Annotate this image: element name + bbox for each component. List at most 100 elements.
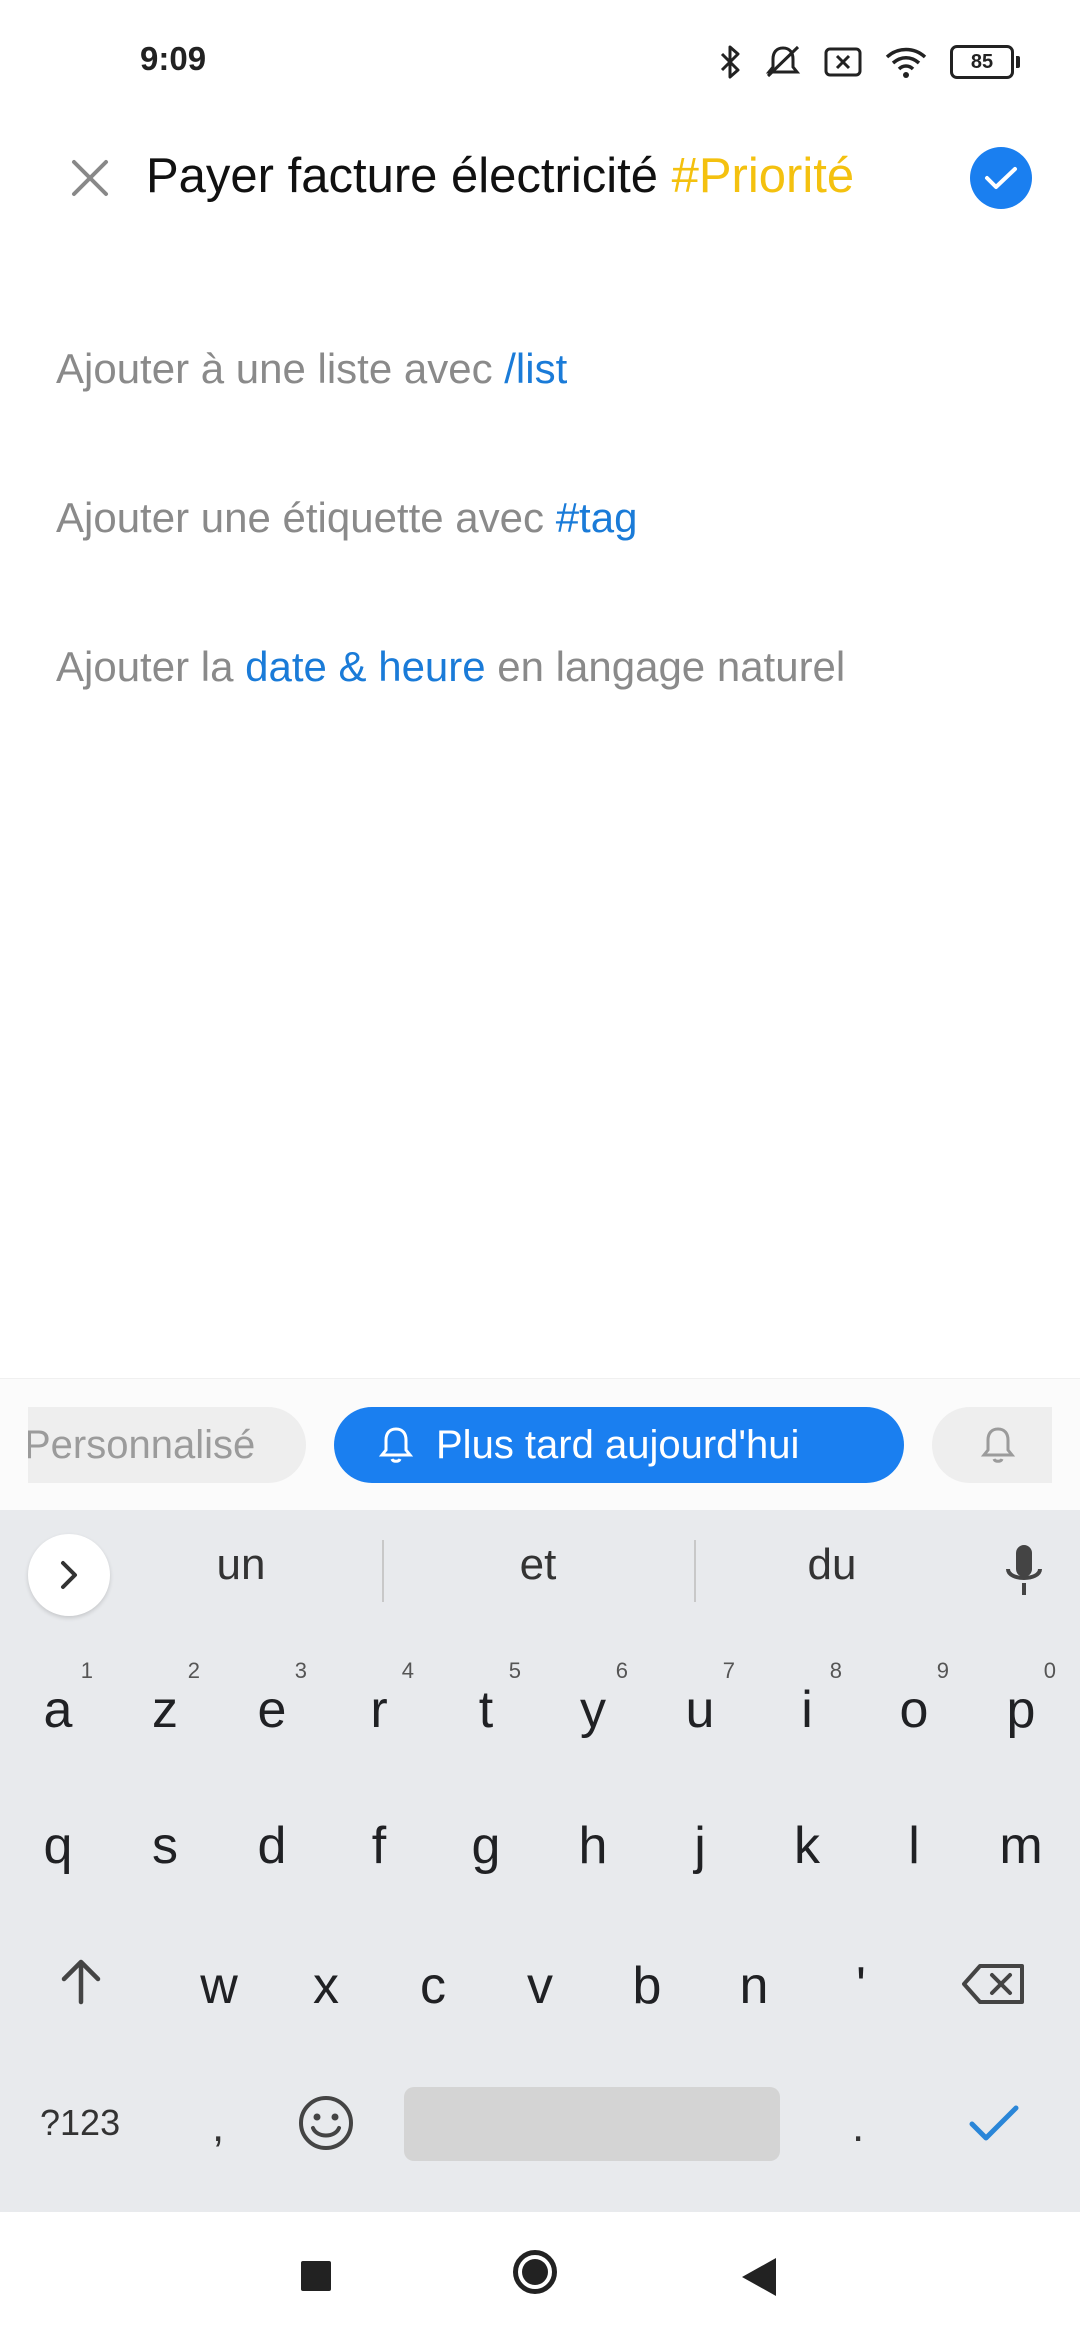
battery-level: 85 [970,50,994,73]
key-l[interactable]: l [869,1816,959,1876]
key-c[interactable]: c [388,1956,478,2016]
key-z-hint: 2 [187,1658,200,1683]
chips-fade-right [1052,1379,1080,1511]
key-h[interactable]: h [548,1816,638,1876]
mic-button[interactable] [996,1540,1052,1604]
key-r[interactable]: r4 [334,1658,424,1740]
key-a-label: a [43,1681,73,1739]
key-k[interactable]: k [762,1816,852,1876]
chip-personnalise-label: Personnalisé [24,1422,256,1467]
key-d[interactable]: d [227,1816,317,1876]
symbols-key[interactable]: ?123 [40,2102,120,2144]
key-y-label: y [580,1681,606,1739]
key-e[interactable]: e3 [227,1658,317,1740]
hint-date: Ajouter la date & heure en langage natur… [56,643,845,691]
key-x[interactable]: x [281,1956,371,2016]
key-s[interactable]: s [120,1816,210,1876]
spacebar[interactable] [404,2087,780,2161]
status-icons: 85 [718,40,1020,84]
backspace-icon [962,1964,1024,2004]
comma-key[interactable]: , [212,2102,224,2152]
hint-list-highlight: /list [504,345,568,392]
hint-tag: Ajouter une étiquette avec #tag [56,494,637,542]
key-o-hint: 9 [936,1658,949,1683]
key-f[interactable]: f [334,1816,424,1876]
keyboard: un et du a1 z2 e3 r4 t5 y6 u7 i8 o9 p0 q… [0,1510,1080,2212]
key-o[interactable]: o9 [869,1658,959,1740]
key-i[interactable]: i8 [762,1658,852,1740]
chip-plus-tard[interactable]: Plus tard aujourd'hui [334,1407,904,1483]
home-button[interactable] [513,2250,557,2294]
key-v[interactable]: v [495,1956,585,2016]
key-w[interactable]: w [174,1956,264,2016]
system-navbar [0,2212,1080,2340]
key-u-hint: 7 [722,1658,735,1683]
quick-date-chips: Personnalisé Plus tard aujourd'hui [0,1378,1080,1511]
bell-icon [980,1427,1016,1463]
key-t-hint: 5 [508,1658,521,1683]
chips-fade-left [0,1379,28,1511]
key-r-label: r [370,1681,388,1739]
task-title-input[interactable]: Payer facture électricité #Priorité [146,148,854,204]
key-t-label: t [478,1681,494,1739]
key-i-hint: 8 [829,1658,842,1683]
hint-date-suffix: en langage naturel [485,643,846,690]
key-apostrophe[interactable]: ' [816,1956,906,2016]
key-z-label: z [152,1681,178,1739]
enter-key[interactable] [968,2102,1020,2153]
check-icon [985,167,1017,189]
close-button[interactable] [62,150,118,206]
chip-personnalise[interactable]: Personnalisé [0,1407,306,1483]
check-icon [969,2105,1019,2141]
suggestion-1[interactable]: un [141,1540,341,1590]
key-n[interactable]: n [709,1956,799,2016]
hint-list: Ajouter à une liste avec /list [56,345,567,393]
hint-list-text: Ajouter à une liste avec [56,345,505,392]
confirm-button[interactable] [970,147,1032,209]
key-q[interactable]: q [13,1816,103,1876]
battery-icon: 85 [950,45,1020,79]
close-icon [72,160,108,196]
chip-plus-tard-label: Plus tard aujourd'hui [436,1422,800,1467]
key-p[interactable]: p0 [976,1658,1066,1740]
back-button[interactable] [742,2258,776,2296]
sim-x-icon [824,47,862,77]
suggestion-2[interactable]: et [438,1540,638,1590]
period-key[interactable]: . [852,2102,864,2152]
suggestion-divider [694,1540,696,1602]
key-r-hint: 4 [401,1658,414,1683]
key-u-label: u [685,1681,715,1739]
key-a[interactable]: a1 [13,1658,103,1740]
task-title-text: Payer facture électricité [146,149,672,203]
suggestion-bar: un et du [0,1510,1080,1634]
task-title-tag: #Priorité [671,149,855,203]
home-icon [522,2259,548,2285]
emoji-icon [299,2096,353,2150]
key-o-label: o [899,1681,929,1739]
hint-tag-highlight: #tag [555,494,638,541]
key-g[interactable]: g [441,1816,531,1876]
bell-icon [378,1427,414,1463]
hint-date-text: Ajouter la [56,643,246,690]
hint-date-highlight: date & heure [245,643,486,690]
hint-tag-text: Ajouter une étiquette avec [56,494,556,541]
key-u[interactable]: u7 [655,1658,745,1740]
keyboard-expand-button[interactable] [28,1534,110,1616]
backspace-key[interactable] [960,1962,1026,2015]
key-p-hint: 0 [1043,1658,1056,1683]
suggestion-3[interactable]: du [732,1540,932,1590]
chevron-right-icon [61,1561,77,1589]
key-j[interactable]: j [655,1816,745,1876]
recents-button[interactable] [301,2261,331,2291]
key-m[interactable]: m [976,1816,1066,1876]
key-z[interactable]: z2 [120,1658,210,1740]
emoji-key[interactable] [297,2094,355,2161]
shift-key[interactable] [58,1958,104,2015]
key-y-hint: 6 [615,1658,628,1683]
key-y[interactable]: y6 [548,1658,638,1740]
key-t[interactable]: t5 [441,1658,531,1740]
key-b[interactable]: b [602,1956,692,2016]
key-i-label: i [801,1681,813,1739]
wifi-icon [885,47,927,78]
status-time: 9:09 [140,40,207,77]
